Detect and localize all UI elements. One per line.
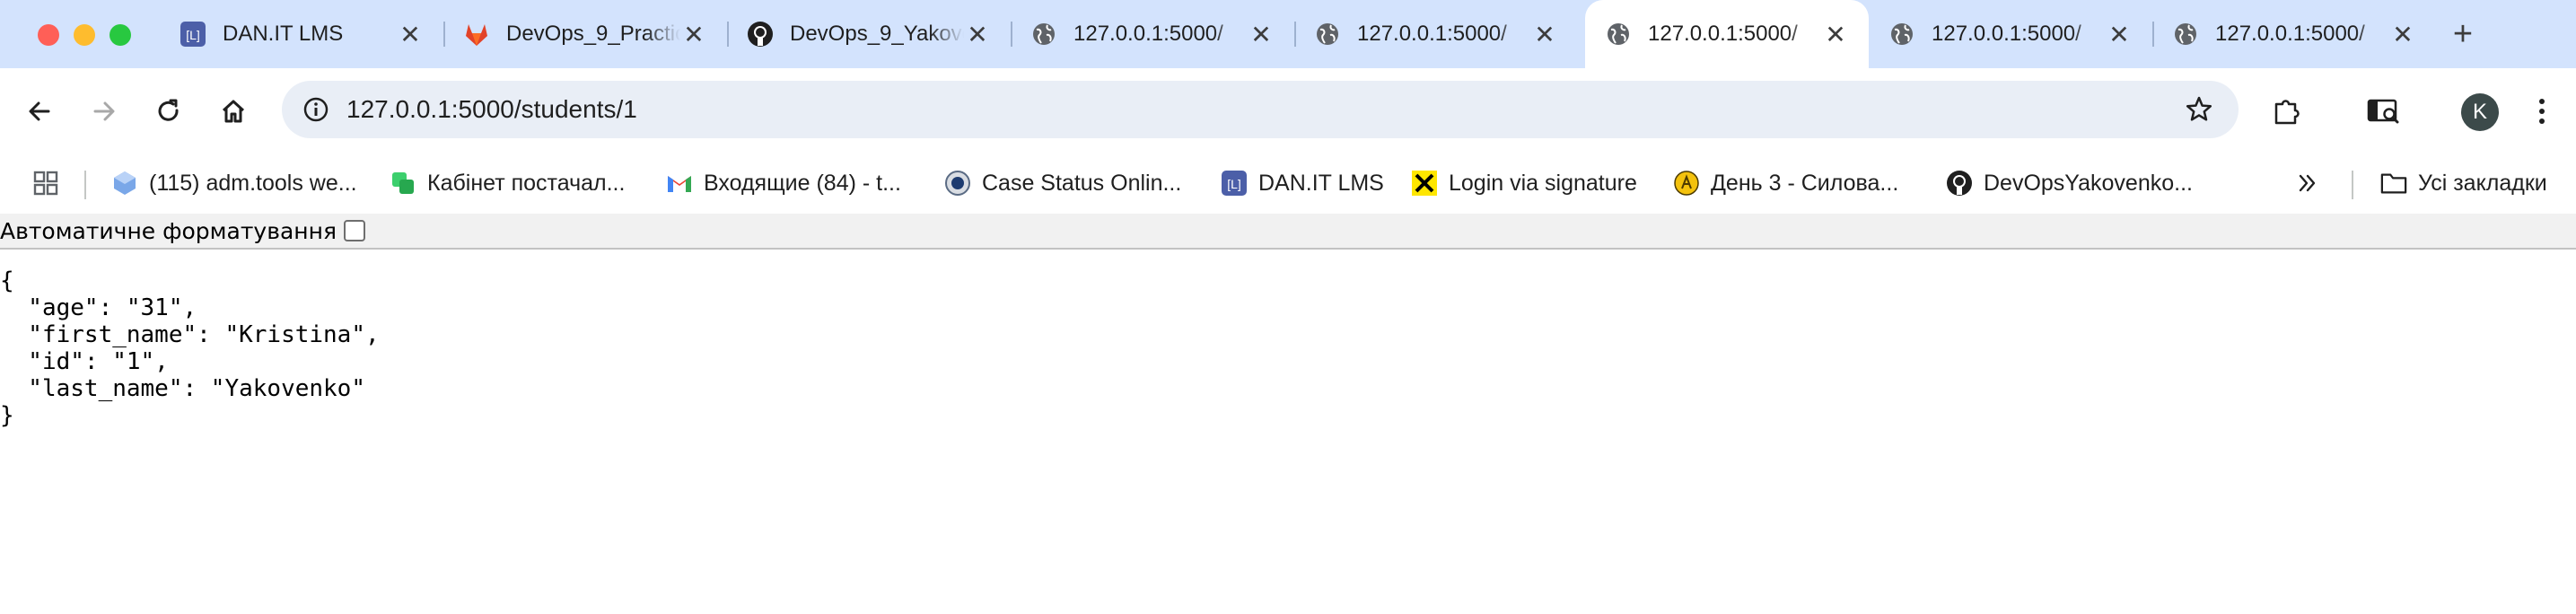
home-button[interactable] xyxy=(215,93,251,129)
github-icon xyxy=(747,21,774,48)
menu-button[interactable] xyxy=(2524,93,2560,129)
more-vert-icon xyxy=(2539,99,2545,124)
tab-localhost[interactable]: 127.0.0.1:5000/ ✕ xyxy=(1294,0,1578,68)
svg-text:[L]: [L] xyxy=(186,28,200,42)
reload-button[interactable] xyxy=(151,93,187,129)
folder-icon xyxy=(2380,170,2407,197)
gitlab-icon xyxy=(463,21,490,48)
site-info-icon[interactable] xyxy=(300,93,332,126)
all-bookmarks-button[interactable]: Усі закладки xyxy=(2380,165,2547,201)
browser-toolbar: 127.0.0.1:5000/students/1 K xyxy=(0,68,2576,154)
svg-text:[L]: [L] xyxy=(1227,177,1241,191)
globe-icon xyxy=(2172,21,2199,48)
bookmark-item[interactable]: DevOpsYakovenko... xyxy=(1946,165,2193,201)
tab-localhost[interactable]: 127.0.0.1:5000/ ✕ xyxy=(2152,0,2436,68)
address-bar[interactable]: 127.0.0.1:5000/students/1 xyxy=(282,81,2239,138)
bookmark-item[interactable]: (115) adm.tools we... xyxy=(111,165,357,201)
gmail-icon xyxy=(666,170,693,197)
tab-title: 127.0.0.1:5000/ xyxy=(1357,22,1507,46)
bookmark-item[interactable]: День 3 - Силова... xyxy=(1673,165,1898,201)
puzzle-icon xyxy=(2274,100,2300,125)
back-button[interactable] xyxy=(22,93,57,129)
chevron-double-right-icon xyxy=(2294,170,2321,197)
tab-localhost[interactable]: 127.0.0.1:5000/ ✕ xyxy=(1011,0,1294,68)
tab-lms[interactable]: [L] DAN.IT LMS ✕ xyxy=(160,0,443,68)
globe-icon xyxy=(1314,21,1341,48)
reload-icon xyxy=(158,99,179,121)
bookmark-label: День 3 - Силова... xyxy=(1711,170,1899,196)
bookmark-item[interactable]: Login via signature xyxy=(1411,165,1637,201)
json-response-body: { "age": "31", "first_name": "Kristina",… xyxy=(0,268,380,429)
supplier-icon xyxy=(390,170,416,197)
close-tab-icon[interactable]: ✕ xyxy=(2106,21,2133,48)
profile-avatar[interactable]: K xyxy=(2461,93,2499,131)
bookmark-item[interactable]: [L] DAN.IT LMS xyxy=(1221,165,1384,201)
new-tab-button[interactable]: + xyxy=(2447,15,2479,53)
bookmark-label: Login via signature xyxy=(1449,170,1637,196)
globe-icon xyxy=(1605,21,1632,48)
close-tab-icon[interactable]: ✕ xyxy=(2389,21,2416,48)
page-content: Автоматичне форматування { "age": "31", … xyxy=(0,214,2576,614)
tab-title: 127.0.0.1:5000/ xyxy=(2215,22,2365,46)
bookmark-item[interactable]: Кабінет постачал... xyxy=(390,165,625,201)
lms-icon: [L] xyxy=(180,21,206,48)
maximize-window-button[interactable] xyxy=(110,24,131,46)
pretty-print-bar: Автоматичне форматування xyxy=(0,214,2576,250)
tab-title: 127.0.0.1:5000/ xyxy=(1932,22,2081,46)
bookmark-item[interactable]: Входящие (84) - t... xyxy=(666,165,901,201)
close-tab-icon[interactable]: ✕ xyxy=(680,21,707,48)
close-window-button[interactable] xyxy=(38,24,59,46)
tab-title: 127.0.0.1:5000/ xyxy=(1073,22,1223,46)
home-icon xyxy=(222,100,245,123)
tab-localhost[interactable]: 127.0.0.1:5000/ ✕ xyxy=(1869,0,2152,68)
cast-search-button[interactable] xyxy=(2366,93,2402,129)
arrow-right-icon xyxy=(93,101,115,121)
screen-search-icon xyxy=(2367,99,2399,124)
tab-localhost-active[interactable]: 127.0.0.1:5000/ ✕ xyxy=(1585,0,1869,68)
pretty-print-checkbox[interactable] xyxy=(344,220,365,241)
all-bookmarks-label: Усі закладки xyxy=(2418,170,2547,196)
extensions-button[interactable] xyxy=(2269,93,2305,129)
close-tab-icon[interactable]: ✕ xyxy=(1822,21,1849,48)
bookmark-label: DAN.IT LMS xyxy=(1258,170,1384,196)
uscis-icon xyxy=(944,170,971,197)
bookmark-label: Кабінет постачал... xyxy=(427,170,626,196)
tab-title: 127.0.0.1:5000/ xyxy=(1648,22,1798,46)
close-tab-icon[interactable]: ✕ xyxy=(1531,21,1558,48)
bookmark-label: Входящие (84) - t... xyxy=(704,170,901,196)
bookmark-item[interactable]: Case Status Onlin... xyxy=(944,165,1181,201)
github-icon xyxy=(1946,170,1973,197)
raiffeisen-icon xyxy=(1411,170,1438,197)
lms-icon: [L] xyxy=(1221,170,1248,197)
bookmark-label: DevOpsYakovenko... xyxy=(1984,170,2193,196)
bookmark-star-icon[interactable] xyxy=(2183,93,2215,126)
close-tab-icon[interactable]: ✕ xyxy=(1248,21,1275,48)
bookmark-label: (115) adm.tools we... xyxy=(149,170,357,196)
minimize-window-button[interactable] xyxy=(74,24,95,46)
admtools-icon xyxy=(111,170,138,197)
close-tab-icon[interactable]: ✕ xyxy=(397,21,424,48)
apps-button[interactable] xyxy=(32,165,70,201)
globe-icon xyxy=(1888,21,1915,48)
pretty-print-label[interactable]: Автоматичне форматування xyxy=(0,218,337,244)
url-text[interactable]: 127.0.0.1:5000/students/1 xyxy=(346,95,637,124)
tab-strip: [L] DAN.IT LMS ✕ DevOps_9_Practice ✕ Dev… xyxy=(0,0,2576,68)
apps-grid-icon xyxy=(32,170,59,197)
tab-gitlab[interactable]: DevOps_9_Practice ✕ xyxy=(443,0,727,68)
bookmarks-bar: (115) adm.tools we... Кабінет постачал..… xyxy=(0,154,2576,214)
forward-button[interactable] xyxy=(86,93,122,129)
tab-title: DevOps_9_Yakovenko xyxy=(790,22,964,46)
globe-icon xyxy=(1030,21,1057,48)
tab-github[interactable]: DevOps_9_Yakovenko ✕ xyxy=(727,0,1011,68)
arrow-left-icon xyxy=(29,101,50,121)
more-bookmarks-button[interactable] xyxy=(2294,165,2332,201)
tab-title: DAN.IT LMS xyxy=(223,22,344,46)
bookmark-label: Case Status Onlin... xyxy=(982,170,1182,196)
close-tab-icon[interactable]: ✕ xyxy=(964,21,991,48)
tab-title: DevOps_9_Practice xyxy=(506,22,680,46)
fitness-icon xyxy=(1673,170,1700,197)
